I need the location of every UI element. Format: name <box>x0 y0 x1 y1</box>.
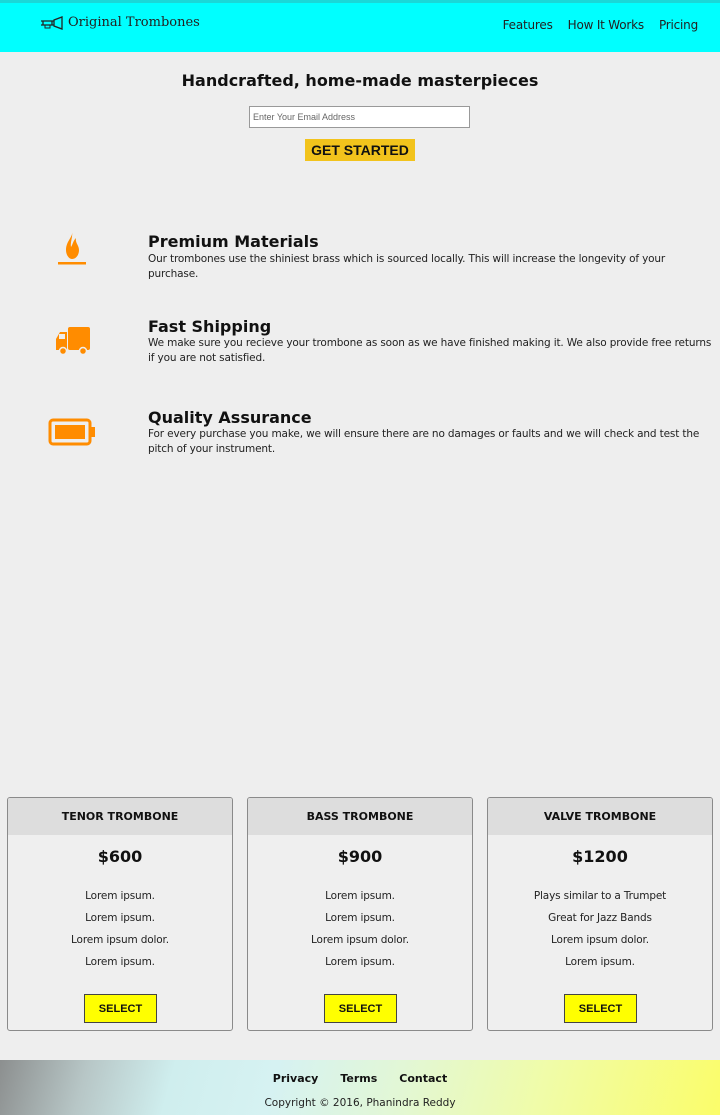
list-item: Lorem ipsum dolor. <box>311 934 409 946</box>
header: Original Trombones Features How It Works… <box>0 0 720 52</box>
list-item: Lorem ipsum. <box>85 956 155 968</box>
nav-link-how-it-works[interactable]: How It Works <box>568 18 644 32</box>
email-input[interactable] <box>249 106 470 128</box>
nav-link-pricing[interactable]: Pricing <box>659 18 698 32</box>
list-item: Lorem ipsum. <box>325 956 395 968</box>
pricing-card-tenor: TENOR TROMBONE $600 Lorem ipsum. Lorem i… <box>7 797 233 1031</box>
feature-description: For every purchase you make, we will ens… <box>148 428 700 455</box>
footer: Privacy Terms Contact Copyright © 2016, … <box>0 1060 720 1115</box>
logo[interactable]: Original Trombones <box>40 15 200 30</box>
pricing-card-title: TENOR TROMBONE <box>8 798 232 835</box>
pricing-card-price: $1200 <box>572 847 628 866</box>
feature-title: Quality Assurance <box>148 408 312 427</box>
fire-icon <box>58 232 86 265</box>
feature-description: We make sure you recieve your trombone a… <box>148 337 712 364</box>
select-bass-button[interactable]: SELECT <box>324 994 397 1023</box>
feature-title: Premium Materials <box>148 232 319 251</box>
list-item: Lorem ipsum. <box>325 890 395 902</box>
logo-text: Original Trombones <box>68 15 200 30</box>
list-item: Lorem ipsum. <box>325 912 395 924</box>
get-started-button[interactable]: GET STARTED <box>305 139 415 161</box>
pricing-card-title: BASS TROMBONE <box>248 798 472 835</box>
footer-link-privacy[interactable]: Privacy <box>273 1072 319 1085</box>
copyright-text: Copyright © 2016, Phanindra Reddy <box>264 1097 456 1109</box>
pricing-feature-list: Plays similar to a Trumpet Great for Jaz… <box>488 885 712 973</box>
feature-title: Fast Shipping <box>148 317 272 336</box>
list-item: Great for Jazz Bands <box>548 912 652 924</box>
pricing-feature-list: Lorem ipsum. Lorem ipsum. Lorem ipsum do… <box>8 885 232 973</box>
main-nav: Features How It Works Pricing <box>503 18 699 32</box>
list-item: Lorem ipsum. <box>85 890 155 902</box>
list-item: Lorem ipsum dolor. <box>551 934 649 946</box>
trombone-icon <box>41 15 63 30</box>
truck-icon <box>56 327 90 356</box>
footer-link-contact[interactable]: Contact <box>399 1072 447 1085</box>
footer-nav: Privacy Terms Contact <box>0 1072 720 1085</box>
list-item: Plays similar to a Trumpet <box>533 890 667 902</box>
pricing-card-title: VALVE TROMBONE <box>488 798 712 835</box>
pricing-card-price: $600 <box>97 847 143 866</box>
nav-link-features[interactable]: Features <box>503 18 553 32</box>
pricing-feature-list: Lorem ipsum. Lorem ipsum. Lorem ipsum do… <box>248 885 472 973</box>
footer-link-terms[interactable]: Terms <box>340 1072 377 1085</box>
feature-description: Our trombones use the shiniest brass whi… <box>148 253 666 280</box>
list-item: Lorem ipsum. <box>565 956 635 968</box>
pricing-card-price: $900 <box>337 847 383 866</box>
select-tenor-button[interactable]: SELECT <box>84 994 157 1023</box>
battery-full-icon <box>48 418 95 446</box>
list-item: Lorem ipsum dolor. <box>71 934 169 946</box>
list-item: Lorem ipsum. <box>85 912 155 924</box>
pricing-card-bass: BASS TROMBONE $900 Lorem ipsum. Lorem ip… <box>247 797 473 1031</box>
select-valve-button[interactable]: SELECT <box>564 994 637 1023</box>
hero-title: Handcrafted, home-made masterpieces <box>181 71 539 90</box>
pricing-card-valve: VALVE TROMBONE $1200 Plays similar to a … <box>487 797 713 1031</box>
